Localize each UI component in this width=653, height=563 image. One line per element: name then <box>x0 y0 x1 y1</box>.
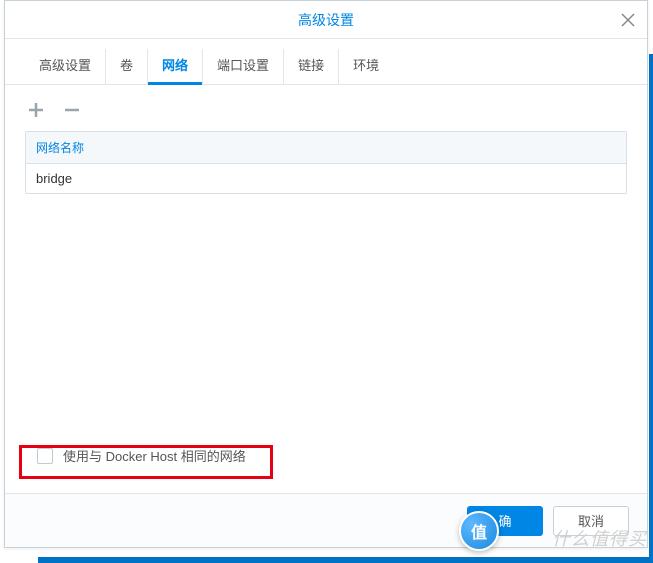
toolbar <box>5 85 647 131</box>
advanced-settings-dialog: 高级设置 高级设置 卷 网络 端口设置 链接 环境 网络名称 bridge 使用… <box>4 0 648 548</box>
tab-link[interactable]: 链接 <box>284 49 339 84</box>
remove-button[interactable] <box>61 99 83 121</box>
tab-bar: 高级设置 卷 网络 端口设置 链接 环境 <box>5 39 647 85</box>
tab-volume[interactable]: 卷 <box>106 49 148 84</box>
table-row[interactable]: bridge <box>26 164 626 193</box>
table-header-name[interactable]: 网络名称 <box>26 132 626 164</box>
tab-env[interactable]: 环境 <box>339 49 393 84</box>
host-network-checkbox[interactable] <box>37 448 53 464</box>
host-network-label: 使用与 Docker Host 相同的网络 <box>63 446 246 465</box>
dialog-title: 高级设置 <box>298 10 354 30</box>
tab-network[interactable]: 网络 <box>148 49 203 84</box>
tab-port[interactable]: 端口设置 <box>203 49 284 84</box>
add-button[interactable] <box>25 99 47 121</box>
tab-advanced[interactable]: 高级设置 <box>25 49 106 84</box>
close-icon <box>621 13 635 27</box>
decorative-bottom-border <box>38 557 653 563</box>
minus-icon <box>62 100 82 120</box>
dialog-header: 高级设置 <box>5 1 647 39</box>
network-table: 网络名称 bridge <box>25 131 627 194</box>
decorative-right-border <box>649 54 653 563</box>
watermark-text: 什么值得买 <box>552 525 647 551</box>
plus-icon <box>26 100 46 120</box>
host-network-option[interactable]: 使用与 Docker Host 相同的网络 <box>27 440 256 471</box>
close-button[interactable] <box>619 11 637 29</box>
dialog-footer: 确 取消 <box>5 493 647 547</box>
smzdm-badge-icon: 值 <box>459 511 499 551</box>
